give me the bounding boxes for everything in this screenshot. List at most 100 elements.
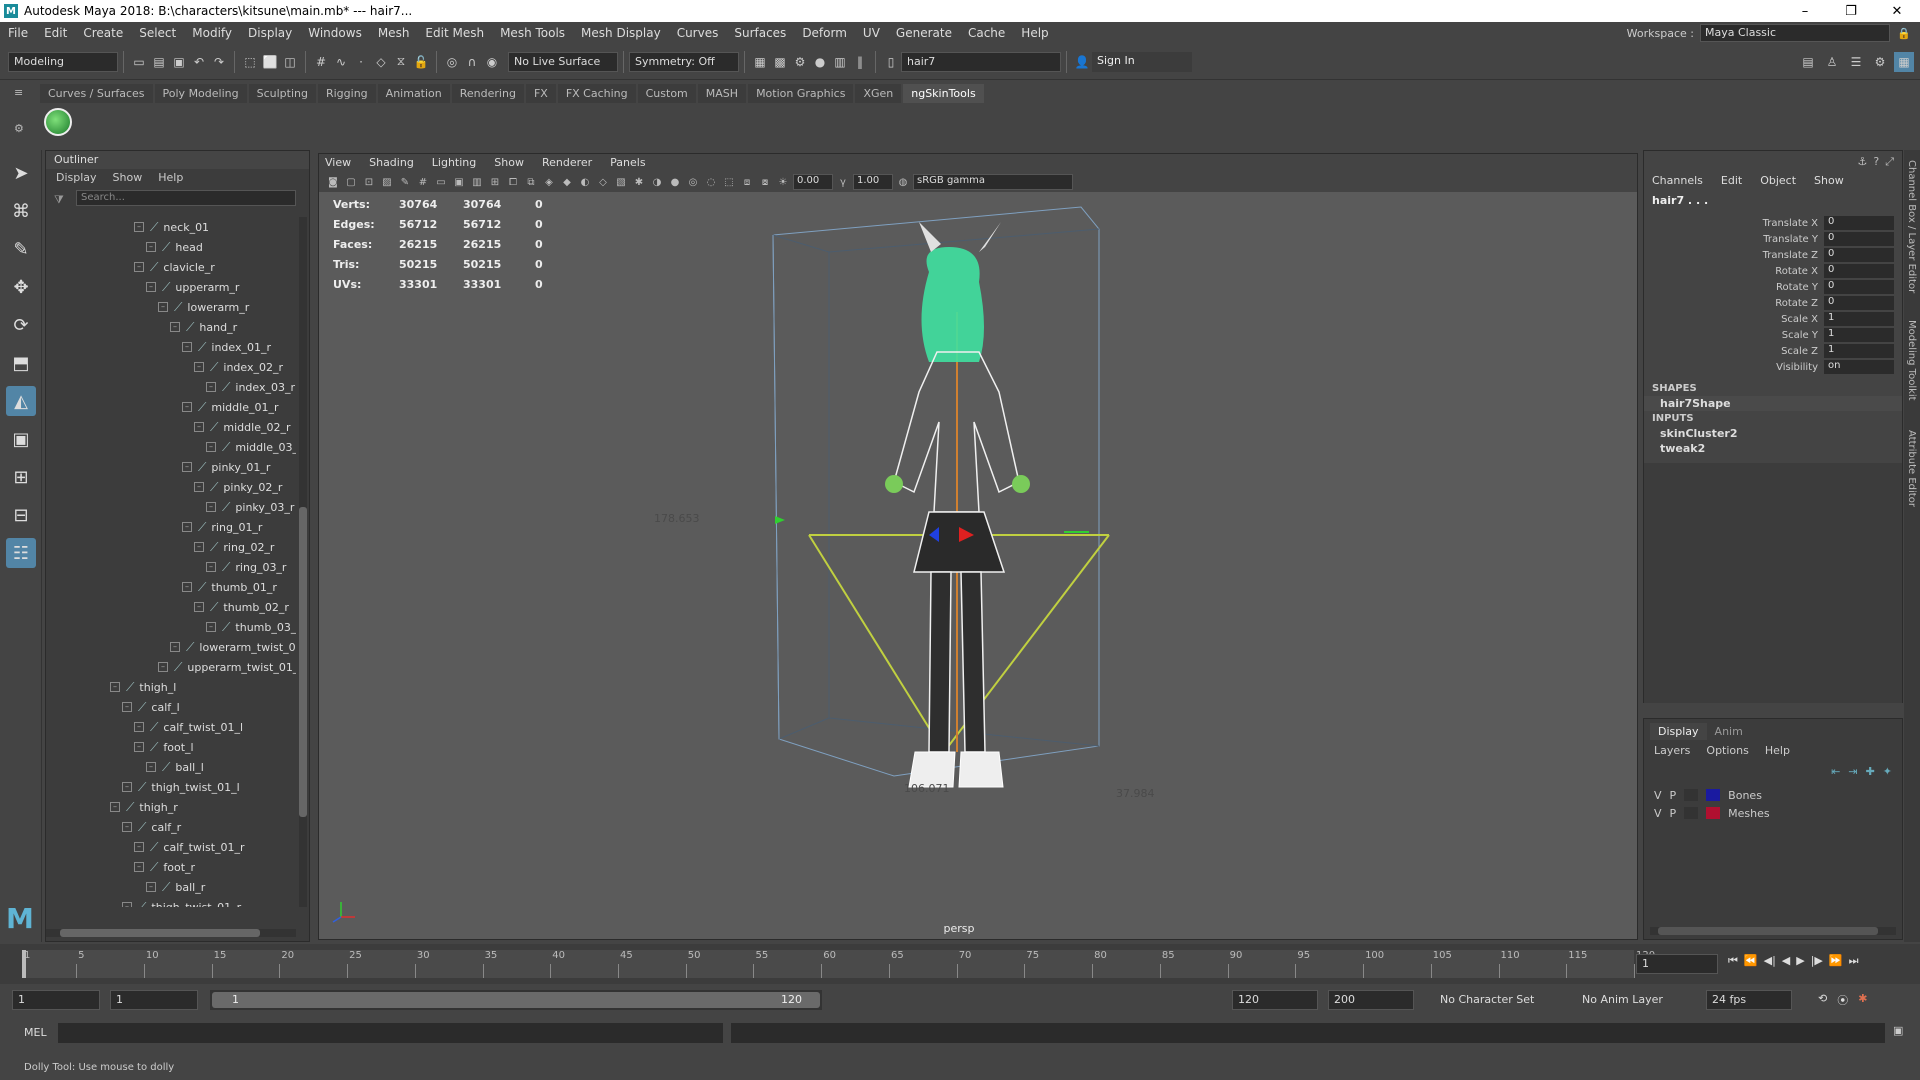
script-editor-icon[interactable]: ▣	[1893, 1024, 1903, 1037]
expand-toggle-icon[interactable]: –	[134, 842, 144, 852]
channel-attr-row[interactable]: Rotate Z0	[1644, 295, 1902, 311]
tool-settings-icon[interactable]: ⚙	[1870, 52, 1890, 72]
menu-help[interactable]: Help	[1013, 26, 1056, 40]
expand-toggle-icon[interactable]: –	[206, 562, 216, 572]
shelf-tab-motion-graphics[interactable]: Motion Graphics	[748, 84, 854, 103]
viewport-menu-show[interactable]: Show	[494, 156, 524, 170]
sign-in-button[interactable]: Sign In	[1092, 51, 1192, 72]
exposure-icon[interactable]: ☀	[775, 174, 791, 190]
expand-toggle-icon[interactable]: –	[110, 802, 120, 812]
menu-surfaces[interactable]: Surfaces	[726, 26, 794, 40]
workspace-select[interactable]: Maya Classic	[1700, 24, 1890, 42]
object-name-field[interactable]: hair7	[901, 51, 1061, 72]
smooth-shade-icon[interactable]: ◆	[559, 174, 575, 190]
shelf-tab-ngskintools[interactable]: ngSkinTools	[903, 84, 984, 103]
modeling-toolkit-icon[interactable]: ▤	[1798, 52, 1818, 72]
channel-attr-name[interactable]: Rotate X	[1644, 266, 1824, 277]
gamma-icon[interactable]: γ	[835, 174, 851, 190]
menu-modify[interactable]: Modify	[184, 26, 240, 40]
anim-prefs-icon[interactable]: ✱	[1858, 992, 1867, 1008]
channel-attr-row[interactable]: Visibility on	[1644, 359, 1902, 375]
menu-file[interactable]: File	[0, 26, 36, 40]
redo-icon[interactable]: ↷	[209, 52, 229, 72]
viewport-menu-lighting[interactable]: Lighting	[432, 156, 476, 170]
single-view-icon[interactable]: ▣	[6, 424, 36, 454]
layer-type-toggle[interactable]	[1684, 789, 1699, 801]
new-layer-icon[interactable]: ✦	[1883, 765, 1892, 778]
outliner-node[interactable]: – ⟋ thigh_l	[110, 677, 176, 697]
outliner-node[interactable]: – ⟋ thigh_r	[110, 797, 178, 817]
channel-attr-row[interactable]: Translate X0	[1644, 215, 1902, 231]
side-tab-attribute-editor[interactable]: Attribute Editor	[1906, 430, 1917, 507]
expand-toggle-icon[interactable]: –	[158, 302, 168, 312]
channel-box-icon[interactable]: ▦	[1894, 52, 1914, 72]
wireframe-icon[interactable]: ◈	[541, 174, 557, 190]
expand-toggle-icon[interactable]: –	[194, 362, 204, 372]
channels-menu-channels[interactable]: Channels	[1652, 174, 1703, 187]
select-component-icon[interactable]: ◫	[280, 52, 300, 72]
range-bar[interactable]: 1 120	[210, 990, 822, 1010]
outliner-node[interactable]: – ⟋ middle_01_r	[182, 397, 279, 417]
outliner-node[interactable]: – ⟋ ring_01_r	[182, 517, 262, 537]
current-frame-field[interactable]: 1	[1636, 954, 1718, 974]
outliner-node[interactable]: – ⟋ foot_r	[134, 857, 195, 877]
outliner-scrollbar[interactable]	[299, 217, 307, 907]
select-object-icon[interactable]: ⬜	[260, 52, 280, 72]
channel-attr-value[interactable]: on	[1824, 360, 1894, 374]
expand-toggle-icon[interactable]: –	[146, 282, 156, 292]
channels-menu-object[interactable]: Object	[1760, 174, 1796, 187]
expand-toggle-icon[interactable]: –	[134, 222, 144, 232]
camera-icon[interactable]: ◉	[482, 52, 502, 72]
ngskintools-shelf-icon[interactable]	[44, 108, 72, 136]
outliner-node[interactable]: – ⟋ lowerarm_twist_01	[170, 637, 296, 657]
time-slider[interactable]: 1 5 10 15 20 25 30 35 40 45 50 55 60 65 70 75 80 85 90 95 10…	[0, 944, 1920, 984]
film-gate-icon[interactable]: ▭	[433, 174, 449, 190]
end-time-field[interactable]: 200	[1328, 990, 1414, 1010]
channel-box-pin-icon[interactable]: ⚓	[1857, 155, 1867, 169]
menu-display[interactable]: Display	[240, 26, 300, 40]
expand-toggle-icon[interactable]: –	[134, 262, 144, 272]
outliner-menu-show[interactable]: Show	[113, 171, 143, 185]
expand-toggle-icon[interactable]: –	[146, 242, 156, 252]
menu-cache[interactable]: Cache	[960, 26, 1013, 40]
outliner-node[interactable]: – ⟋ lowerarm_r	[158, 297, 249, 317]
layer-hscrollbar[interactable]	[1650, 927, 1896, 935]
wireframe-on-shaded-icon[interactable]: ◇	[595, 174, 611, 190]
move-layer-down-icon[interactable]: ⇥	[1848, 765, 1857, 778]
viewport-menu-panels[interactable]: Panels	[610, 156, 645, 170]
go-to-start-icon[interactable]: ⏮	[1728, 954, 1738, 968]
expand-toggle-icon[interactable]: –	[122, 702, 132, 712]
channel-attr-row[interactable]: Rotate X0	[1644, 263, 1902, 279]
channel-attr-value[interactable]: 1	[1824, 344, 1894, 358]
menu-generate[interactable]: Generate	[888, 26, 960, 40]
shelf-tab-animation[interactable]: Animation	[377, 84, 450, 103]
expand-toggle-icon[interactable]: –	[122, 782, 132, 792]
safe-title-icon[interactable]: ⧉	[523, 174, 539, 190]
channel-attr-name[interactable]: Translate Z	[1644, 250, 1824, 261]
menu-edit[interactable]: Edit	[36, 26, 75, 40]
outliner-node[interactable]: – ⟋ calf_twist_01_l	[134, 717, 243, 737]
layer-name[interactable]: Bones	[1728, 789, 1762, 802]
open-scene-icon[interactable]: ▤	[149, 52, 169, 72]
step-back-frame-icon[interactable]: ◀|	[1764, 954, 1776, 968]
time-slider-track[interactable]: 1 5 10 15 20 25 30 35 40 45 50 55 60 65 70 75 80 85 90 95 10…	[22, 950, 1655, 978]
viewport-menu-shading[interactable]: Shading	[369, 156, 414, 170]
expand-toggle-icon[interactable]: –	[194, 602, 204, 612]
channel-attr-row[interactable]: Translate Y0	[1644, 231, 1902, 247]
expand-toggle-icon[interactable]: –	[194, 422, 204, 432]
menu-select[interactable]: Select	[131, 26, 184, 40]
attribute-editor-icon[interactable]: ☰	[1846, 52, 1866, 72]
channel-attr-row[interactable]: Translate Z0	[1644, 247, 1902, 263]
ambient-occlusion-icon[interactable]: ●	[667, 174, 683, 190]
move-tool-icon[interactable]: ✥	[6, 272, 36, 302]
outliner-node[interactable]: – ⟋ pinky_01_r	[182, 457, 270, 477]
scale-tool-icon[interactable]: ⬒	[6, 348, 36, 378]
outliner-menu-display[interactable]: Display	[56, 171, 97, 185]
outliner-node[interactable]: – ⟋ pinky_03_r	[206, 497, 294, 517]
lights-icon[interactable]: ✱	[631, 174, 647, 190]
playback-end-field[interactable]: 120	[1232, 990, 1318, 1010]
outliner-node[interactable]: – ⟋ calf_r	[122, 817, 181, 837]
layer-visibility-toggle[interactable]: V	[1654, 789, 1662, 802]
symmetry-select[interactable]: Symmetry: Off	[629, 51, 739, 72]
filter-icon[interactable]: ⧩	[54, 193, 64, 207]
